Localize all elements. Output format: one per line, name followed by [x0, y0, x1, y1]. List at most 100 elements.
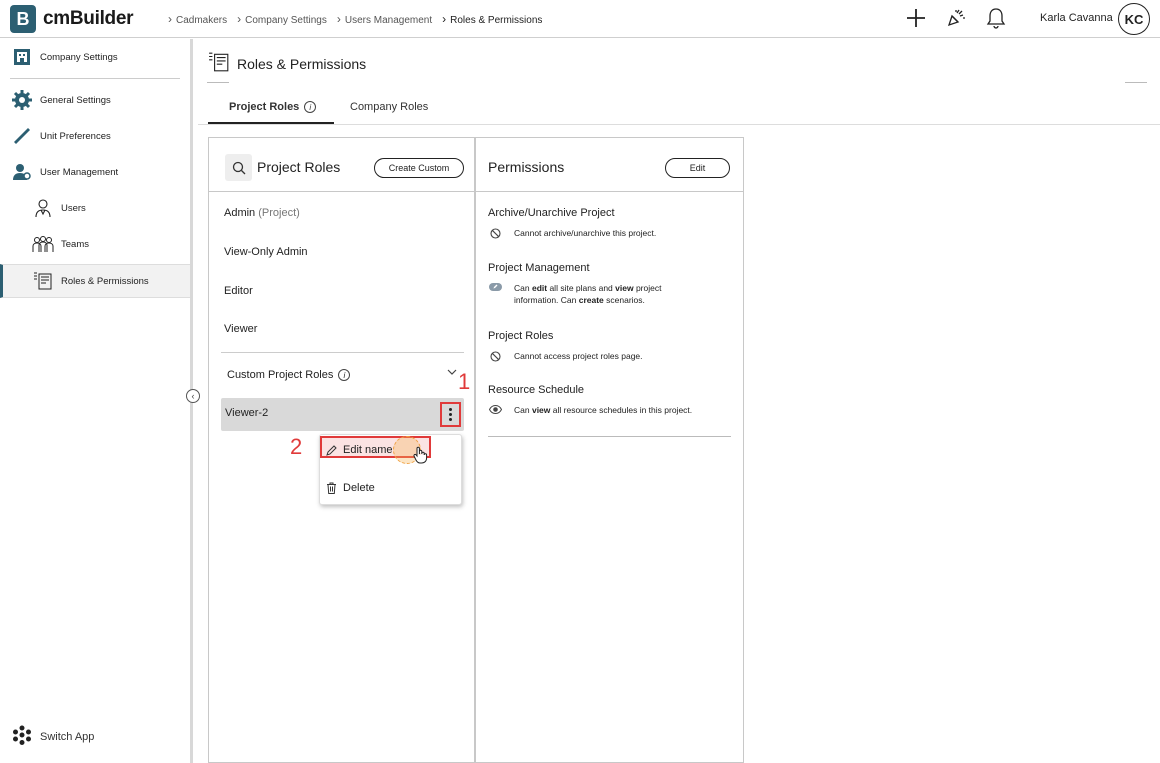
permission-description: Cannot access project roles page.	[488, 350, 643, 362]
building-icon	[11, 46, 33, 68]
page-title-text: Roles & Permissions	[237, 55, 367, 72]
step-label-1: 1	[458, 369, 471, 394]
role-name: Editor	[224, 285, 253, 297]
custom-roles-label: Custom Project Roles	[227, 369, 334, 381]
ban-icon	[488, 227, 502, 239]
context-menu: Edit name Delete	[319, 434, 462, 505]
role-suffix: (Project)	[258, 207, 300, 219]
sidebar-item-roles-permissions[interactable]: Roles & Permissions	[0, 264, 190, 298]
users-manage-icon	[11, 161, 33, 183]
permission-title: Archive/Unarchive Project	[488, 207, 615, 219]
delete-menu-item[interactable]: Delete	[320, 477, 463, 499]
chevron-down-icon[interactable]	[447, 368, 457, 379]
permissions-panel-header: Permissions Edit	[476, 138, 743, 192]
breadcrumb-item[interactable]: Company Settings	[237, 12, 327, 26]
page-title: Roles & Permissions	[208, 51, 366, 76]
permissions-divider	[488, 436, 731, 437]
tab-label: Company Roles	[350, 101, 429, 113]
user-name[interactable]: Karla Cavanna	[1040, 12, 1113, 24]
role-item-viewer[interactable]: Viewer	[224, 323, 257, 335]
plus-icon[interactable]	[904, 6, 928, 30]
app-name: cmBuilder	[43, 8, 134, 29]
sidebar-item-label: General Settings	[40, 94, 111, 106]
info-icon[interactable]: i	[338, 369, 351, 381]
announcement-icon[interactable]	[944, 6, 968, 30]
sidebar-item-unit-preferences[interactable]: Unit Preferences	[0, 121, 190, 151]
permission-text: Cannot access project roles page.	[514, 351, 643, 361]
permission-description: Cannot archive/unarchive this project.	[488, 227, 656, 239]
sidebar-item-label: Roles & Permissions	[61, 275, 149, 287]
roles-panel-title: Project Roles	[257, 159, 341, 175]
edit-badge-icon	[488, 282, 502, 306]
trash-icon	[326, 482, 337, 494]
collapse-sidebar-icon[interactable]: ‹	[186, 389, 200, 403]
switch-app-button[interactable]: Switch App	[12, 725, 94, 748]
role-name: View-Only Admin	[224, 246, 308, 258]
sidebar-item-users[interactable]: Users	[0, 193, 190, 223]
sidebar-item-user-management[interactable]: User Management	[0, 157, 190, 187]
app-logo[interactable]: B cmBuilder	[10, 5, 134, 33]
permission-title: Project Roles	[488, 330, 554, 342]
breadcrumb-item[interactable]: Cadmakers	[168, 12, 227, 26]
logo-mark: B	[10, 5, 36, 33]
sidebar-item-label: Unit Preferences	[40, 130, 111, 142]
permission-text: Can edit all site plans and view project…	[514, 283, 662, 305]
ban-icon	[488, 350, 502, 362]
custom-roles-heading[interactable]: Custom Project Roles i	[227, 369, 351, 381]
permission-text: Can view all resource schedules in this …	[514, 405, 693, 415]
custom-role-row[interactable]: Viewer-2	[221, 398, 464, 431]
bell-icon[interactable]	[984, 6, 1008, 30]
custom-role-name: Viewer-2	[225, 407, 269, 419]
permissions-panel-title: Permissions	[488, 159, 565, 175]
sidebar-item-company-settings[interactable]: Company Settings	[0, 42, 190, 72]
roles-icon	[32, 270, 54, 292]
sidebar-item-label: Users	[61, 202, 86, 214]
switch-app-label: Switch App	[40, 730, 95, 743]
step-label-2: 2	[290, 434, 303, 459]
tab-company-roles[interactable]: Company Roles	[350, 101, 428, 113]
permission-text: Cannot archive/unarchive this project.	[514, 228, 657, 238]
edit-permissions-button[interactable]: Edit	[665, 158, 730, 178]
role-name: Admin	[224, 207, 256, 219]
tabs-border	[198, 124, 1160, 125]
team-icon	[32, 233, 54, 255]
role-item-editor[interactable]: Editor	[224, 285, 253, 297]
roles-icon	[208, 51, 230, 76]
sidebar-item-general-settings[interactable]: General Settings	[0, 85, 190, 115]
gear-icon	[11, 89, 33, 111]
pencil-icon	[326, 444, 337, 456]
hand-cursor-icon	[412, 446, 428, 467]
top-bar: B cmBuilder Cadmakers Company Settings U…	[0, 0, 1160, 38]
permission-description: Can view all resource schedules in this …	[488, 404, 692, 416]
menu-item-label: Edit name	[343, 444, 393, 456]
search-button[interactable]	[225, 154, 252, 181]
edit-name-menu-item[interactable]: Edit name	[320, 436, 463, 464]
top-icons	[904, 6, 1008, 30]
avatar[interactable]: KC	[1118, 3, 1150, 35]
header-divider	[207, 82, 229, 83]
permission-title: Project Management	[488, 262, 590, 274]
roles-divider	[221, 352, 464, 353]
role-item-view-only-admin[interactable]: View-Only Admin	[224, 246, 308, 258]
eye-icon	[488, 404, 502, 416]
info-icon[interactable]: i	[304, 101, 317, 113]
sidebar-item-label: Company Settings	[40, 51, 118, 63]
permission-title: Resource Schedule	[488, 384, 585, 396]
breadcrumb-item: Roles & Permissions	[442, 12, 542, 26]
permission-description: Can edit all site plans and view project…	[488, 282, 698, 306]
breadcrumb: Cadmakers Company Settings Users Managem…	[168, 12, 552, 26]
user-icon	[32, 197, 54, 219]
tab-label: Project Roles	[229, 101, 300, 113]
roles-panel-header: Project Roles Create Custom	[209, 138, 474, 192]
role-name: Viewer	[224, 323, 258, 335]
breadcrumb-item[interactable]: Users Management	[337, 12, 432, 26]
create-custom-button[interactable]: Create Custom	[374, 158, 464, 178]
search-icon	[232, 161, 245, 174]
roles-panel: Project Roles Create Custom Admin (Proje…	[208, 137, 475, 763]
apps-icon	[12, 725, 32, 748]
role-item-admin[interactable]: Admin (Project)	[224, 207, 300, 219]
tab-project-roles[interactable]: Project Roles i	[229, 101, 317, 113]
more-options-button[interactable]	[440, 402, 461, 427]
header-divider	[1125, 82, 1147, 83]
sidebar-item-teams[interactable]: Teams	[0, 229, 190, 259]
